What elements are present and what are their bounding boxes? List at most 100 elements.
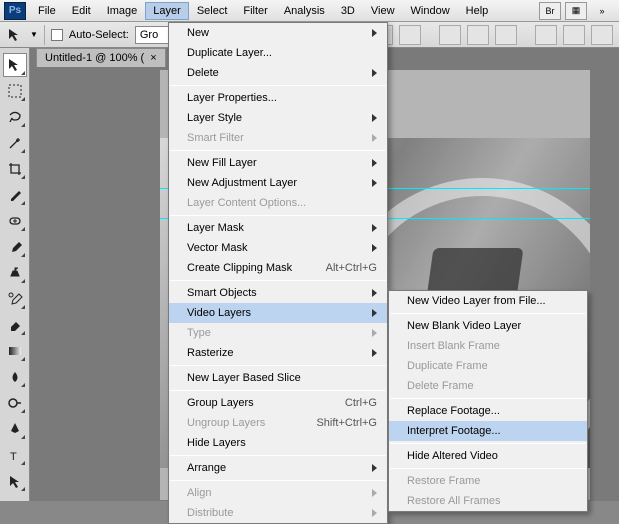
pen-tool[interactable] [3,417,27,441]
type-tool[interactable]: T [3,443,27,467]
menu-item-label: Restore All Frames [407,495,501,507]
layer-menu-item-new-layer-based-slice[interactable]: New Layer Based Slice [169,368,387,388]
menu-window[interactable]: Window [403,2,458,20]
close-icon[interactable]: × [150,52,156,64]
distribute-button-1[interactable] [535,25,557,45]
menu-separator [170,85,386,86]
submenu-arrow-icon [372,69,377,77]
submenu-arrow-icon [372,349,377,357]
eyedropper-tool[interactable] [3,183,27,207]
distribute-button-3[interactable] [591,25,613,45]
align-button-4[interactable] [439,25,461,45]
layer-menu-item-new[interactable]: New [169,23,387,43]
menu-item-label: New Layer Based Slice [187,372,301,384]
clone-stamp-tool[interactable] [3,261,27,285]
path-selection-tool[interactable] [3,469,27,493]
menu-item-label: Group Layers [187,397,254,409]
layer-menu-item-layer-mask[interactable]: Layer Mask [169,218,387,238]
blur-tool[interactable] [3,365,27,389]
submenu-arrow-icon [372,29,377,37]
eraser-tool[interactable] [3,313,27,337]
separator [44,25,45,45]
move-tool[interactable] [3,53,27,77]
video-menu-item-duplicate-frame: Duplicate Frame [389,356,587,376]
layer-menu-item-duplicate-layer[interactable]: Duplicate Layer... [169,43,387,63]
distribute-button-2[interactable] [563,25,585,45]
menu-filter[interactable]: Filter [235,2,275,20]
menu-analysis[interactable]: Analysis [276,2,333,20]
menu-item-label: New Video Layer from File... [407,295,546,307]
video-menu-item-interpret-footage[interactable]: Interpret Footage... [389,421,587,441]
gradient-tool[interactable] [3,339,27,363]
move-tool-icon [6,26,24,44]
menu-item-label: Distribute [187,507,233,519]
brush-tool[interactable] [3,235,27,259]
submenu-arrow-icon [372,464,377,472]
align-button-5[interactable] [467,25,489,45]
video-menu-item-restore-frame: Restore Frame [389,471,587,491]
menu-separator [170,280,386,281]
layer-menu-item-delete[interactable]: Delete [169,63,387,83]
align-button-6[interactable] [495,25,517,45]
layer-menu-item-vector-mask[interactable]: Vector Mask [169,238,387,258]
layer-menu-item-type: Type [169,323,387,343]
menu-item-label: Replace Footage... [407,405,500,417]
layer-menu-item-group-layers[interactable]: Group LayersCtrl+G [169,393,387,413]
video-menu-item-insert-blank-frame: Insert Blank Frame [389,336,587,356]
layer-menu-item-hide-layers[interactable]: Hide Layers [169,433,387,453]
menu-item-label: New [187,27,209,39]
magic-wand-tool[interactable] [3,131,27,155]
menu-separator [170,480,386,481]
healing-brush-tool[interactable] [3,209,27,233]
submenu-arrow-icon [372,509,377,517]
menu-layer[interactable]: Layer [145,2,189,20]
layer-menu-item-new-adjustment-layer[interactable]: New Adjustment Layer [169,173,387,193]
layer-menu-item-smart-objects[interactable]: Smart Objects [169,283,387,303]
video-menu-item-hide-altered-video[interactable]: Hide Altered Video [389,446,587,466]
layer-menu-item-ungroup-layers: Ungroup LayersShift+Ctrl+G [169,413,387,433]
video-menu-item-new-blank-video-layer[interactable]: New Blank Video Layer [389,316,587,336]
crop-tool[interactable] [3,157,27,181]
video-menu-item-replace-footage[interactable]: Replace Footage... [389,401,587,421]
menu-item-label: Duplicate Frame [407,360,488,372]
submenu-arrow-icon [372,309,377,317]
layer-menu-item-video-layers[interactable]: Video Layers [169,303,387,323]
menu-view[interactable]: View [363,2,403,20]
menu-item-label: Hide Layers [187,437,246,449]
menu-file[interactable]: File [30,2,64,20]
menubar-right: Br ▦ » [539,2,619,20]
keyboard-shortcut: Alt+Ctrl+G [326,262,377,274]
auto-select-checkbox[interactable] [51,29,63,41]
menu-help[interactable]: Help [458,2,497,20]
menu-3d[interactable]: 3D [333,2,363,20]
tool-preset-dropdown-icon[interactable]: ▼ [30,30,38,39]
menu-separator [390,468,586,469]
dodge-tool[interactable] [3,391,27,415]
layer-menu-item-arrange[interactable]: Arrange [169,458,387,478]
layer-menu-item-layer-properties[interactable]: Layer Properties... [169,88,387,108]
layer-menu-item-create-clipping-mask[interactable]: Create Clipping MaskAlt+Ctrl+G [169,258,387,278]
menu-separator [170,150,386,151]
layer-menu-item-new-fill-layer[interactable]: New Fill Layer [169,153,387,173]
menu-select[interactable]: Select [189,2,236,20]
menu-item-label: Video Layers [187,307,251,319]
video-layers-submenu: New Video Layer from File... New Blank Vi… [388,290,588,512]
screen-mode-button[interactable]: ▦ [565,2,587,20]
menu-edit[interactable]: Edit [64,2,99,20]
submenu-arrow-icon [372,329,377,337]
overflow-button[interactable]: » [591,2,613,20]
align-button-3[interactable] [399,25,421,45]
lasso-tool[interactable] [3,105,27,129]
layer-menu-item-layer-style[interactable]: Layer Style [169,108,387,128]
layer-menu-item-layer-content-options: Layer Content Options... [169,193,387,213]
menu-item-label: New Fill Layer [187,157,257,169]
document-tab[interactable]: Untitled-1 @ 100% ( × [36,48,166,67]
submenu-arrow-icon [372,179,377,187]
video-menu-item-new-video-layer-from-file[interactable]: New Video Layer from File... [389,291,587,311]
marquee-tool[interactable] [3,79,27,103]
bridge-button[interactable]: Br [539,2,561,20]
history-brush-tool[interactable] [3,287,27,311]
menu-image[interactable]: Image [99,2,146,20]
layer-menu-item-rasterize[interactable]: Rasterize [169,343,387,363]
menu-separator [170,455,386,456]
